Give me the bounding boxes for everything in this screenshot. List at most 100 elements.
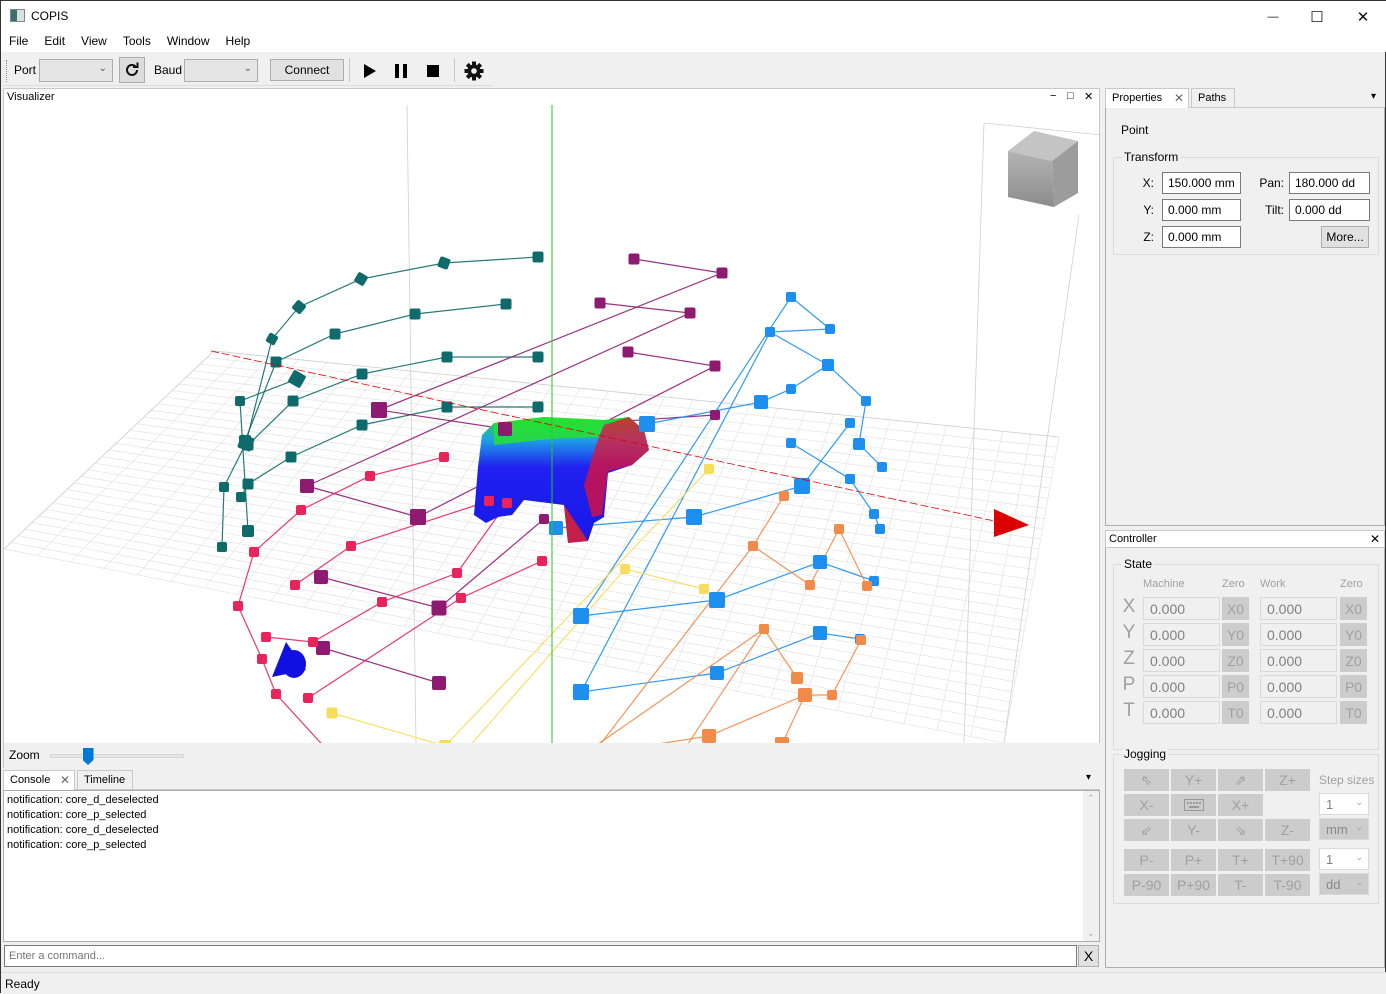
linear-unit-select[interactable]: mm ⌄ bbox=[1319, 818, 1369, 840]
jogging-group: Jogging ⇖ Y+ ⇗ Z+ X- X+ ⇙ Y- ⇘ Z- P- P+ T+ T+90 P-90 P+… bbox=[1113, 747, 1379, 904]
path-point-marker bbox=[316, 641, 330, 655]
jog-xplus-yplus-button[interactable]: ⇗ bbox=[1218, 769, 1263, 791]
path-point-marker bbox=[365, 471, 375, 481]
jog-yplus-button[interactable]: Y+ bbox=[1171, 769, 1216, 791]
jog-pplus-button[interactable]: P+ bbox=[1171, 849, 1216, 871]
tab-properties[interactable]: Properties ✕ bbox=[1105, 88, 1189, 108]
tab-menu-icon[interactable]: ▾ bbox=[1086, 772, 1091, 783]
path-point-marker bbox=[799, 689, 811, 701]
angular-unit-select[interactable]: dd ⌄ bbox=[1319, 873, 1369, 895]
close-tab-icon[interactable]: ✕ bbox=[60, 773, 70, 787]
jog-tminus-button[interactable]: T- bbox=[1218, 874, 1263, 896]
menu-window[interactable]: Window bbox=[159, 32, 218, 52]
refresh-ports-button[interactable] bbox=[119, 57, 145, 83]
jog-pminus90-button[interactable]: P-90 bbox=[1124, 874, 1169, 896]
path-point-marker bbox=[377, 597, 387, 607]
path-point-marker bbox=[845, 418, 855, 428]
pause-button[interactable] bbox=[390, 60, 412, 82]
command-input[interactable] bbox=[4, 945, 1077, 967]
3d-viewport[interactable] bbox=[4, 105, 1101, 743]
tab-paths[interactable]: Paths bbox=[1191, 88, 1235, 108]
minimize-icon: − bbox=[1050, 90, 1057, 102]
x-field[interactable]: 150.000 mm bbox=[1162, 172, 1241, 194]
port-select[interactable]: ⌄ bbox=[39, 59, 113, 82]
zero-work-z-button[interactable]: Z0 bbox=[1340, 649, 1367, 672]
stop-button[interactable] bbox=[422, 60, 444, 82]
jog-pminus-button[interactable]: P- bbox=[1124, 849, 1169, 871]
play-button[interactable] bbox=[359, 60, 381, 82]
keyboard-jog-button[interactable] bbox=[1171, 794, 1216, 816]
menu-tools[interactable]: Tools bbox=[115, 32, 159, 52]
scroll-down-icon[interactable]: ⌄ bbox=[1087, 928, 1095, 939]
zero-machine-x-button[interactable]: X0 bbox=[1222, 597, 1249, 620]
linear-step-select[interactable]: 1 ⌄ bbox=[1319, 793, 1369, 815]
zero-work-y-button[interactable]: Y0 bbox=[1340, 623, 1367, 646]
jog-xminus-yminus-button[interactable]: ⇙ bbox=[1124, 819, 1169, 841]
menu-help[interactable]: Help bbox=[218, 32, 259, 52]
chevron-down-icon: ⌄ bbox=[98, 63, 107, 74]
jog-xminus-button[interactable]: X- bbox=[1124, 794, 1169, 816]
jog-zminus-button[interactable]: Z- bbox=[1265, 819, 1310, 841]
jog-xplus-button[interactable]: X+ bbox=[1218, 794, 1263, 816]
pan-field[interactable]: 180.000 dd bbox=[1289, 172, 1370, 194]
axis-label-y: Y bbox=[1122, 622, 1136, 643]
angular-step-value: 1 bbox=[1326, 852, 1334, 867]
tab-menu-icon[interactable]: ▾ bbox=[1371, 91, 1376, 102]
clear-command-button[interactable]: X bbox=[1078, 945, 1099, 967]
zero-machine-p-button[interactable]: P0 bbox=[1222, 675, 1249, 698]
tilt-field[interactable]: 0.000 dd bbox=[1289, 199, 1370, 221]
menu-edit[interactable]: Edit bbox=[36, 32, 73, 52]
tab-console[interactable]: Console ✕ bbox=[3, 770, 75, 790]
close-window-button[interactable]: ✕ bbox=[1340, 1, 1386, 32]
close-controller-icon[interactable]: ✕ bbox=[1370, 532, 1380, 546]
angular-step-select[interactable]: 1 ⌄ bbox=[1319, 848, 1369, 870]
scroll-up-icon[interactable]: ⌃ bbox=[1087, 793, 1095, 804]
transform-title: Transform bbox=[1122, 150, 1181, 164]
chevron-down-icon: ⌄ bbox=[243, 63, 252, 74]
view-cube[interactable] bbox=[1008, 131, 1078, 207]
zero-machine-t-button[interactable]: T0 bbox=[1222, 701, 1249, 724]
tab-timeline[interactable]: Timeline bbox=[77, 770, 133, 790]
zoom-slider-track[interactable] bbox=[50, 754, 184, 758]
jog-tplus-button[interactable]: T+ bbox=[1218, 849, 1263, 871]
connect-button[interactable]: Connect bbox=[270, 59, 344, 81]
log-line: notification: core_p_selected bbox=[7, 809, 147, 821]
z-field[interactable]: 0.000 mm bbox=[1162, 226, 1241, 248]
path-point-marker bbox=[236, 492, 246, 502]
axis-label-x: X bbox=[1122, 596, 1136, 617]
jog-xplus-yminus-button[interactable]: ⇘ bbox=[1218, 819, 1263, 841]
console-scrollbar[interactable]: ⌃ ⌄ bbox=[1083, 791, 1099, 941]
zero-work-x-button[interactable]: X0 bbox=[1340, 597, 1367, 620]
menu-file[interactable]: File bbox=[1, 32, 36, 52]
path-point-marker bbox=[628, 253, 640, 265]
minimize-button[interactable]: — bbox=[1250, 1, 1296, 32]
settings-button[interactable] bbox=[463, 60, 485, 82]
pane-close-button[interactable]: ✕ bbox=[1084, 90, 1093, 103]
path-point-marker bbox=[431, 600, 447, 616]
toolbar-grip[interactable] bbox=[6, 60, 8, 82]
jog-tplus90-button[interactable]: T+90 bbox=[1265, 849, 1310, 871]
jog-tminus90-button[interactable]: T-90 bbox=[1265, 874, 1310, 896]
more-button[interactable]: More... bbox=[1321, 226, 1369, 248]
path-point-marker bbox=[308, 637, 318, 647]
zoom-slider-thumb[interactable] bbox=[82, 748, 94, 765]
y-field[interactable]: 0.000 mm bbox=[1162, 199, 1241, 221]
jog-zplus-button[interactable]: Z+ bbox=[1265, 769, 1310, 791]
chevron-down-icon: ⌄ bbox=[1355, 877, 1363, 887]
baud-select[interactable]: ⌄ bbox=[184, 59, 258, 82]
close-tab-icon[interactable]: ✕ bbox=[1174, 91, 1184, 105]
path-point-marker bbox=[271, 689, 281, 699]
zero-work-t-button[interactable]: T0 bbox=[1340, 701, 1367, 724]
maximize-button[interactable]: ☐ bbox=[1294, 1, 1340, 32]
zero-machine-z-button[interactable]: Z0 bbox=[1222, 649, 1249, 672]
jog-pplus90-button[interactable]: P+90 bbox=[1171, 874, 1216, 896]
menu-view[interactable]: View bbox=[73, 32, 115, 52]
z-label: Z: bbox=[1143, 230, 1154, 244]
jog-yminus-button[interactable]: Y- bbox=[1171, 819, 1216, 841]
pane-minimize-button[interactable]: − bbox=[1050, 90, 1056, 102]
pane-restore-button[interactable]: □ bbox=[1067, 90, 1074, 102]
gear-icon bbox=[464, 61, 484, 81]
zero-machine-y-button[interactable]: Y0 bbox=[1222, 623, 1249, 646]
zero-work-p-button[interactable]: P0 bbox=[1340, 675, 1367, 698]
jog-xminus-yplus-button[interactable]: ⇖ bbox=[1124, 769, 1169, 791]
